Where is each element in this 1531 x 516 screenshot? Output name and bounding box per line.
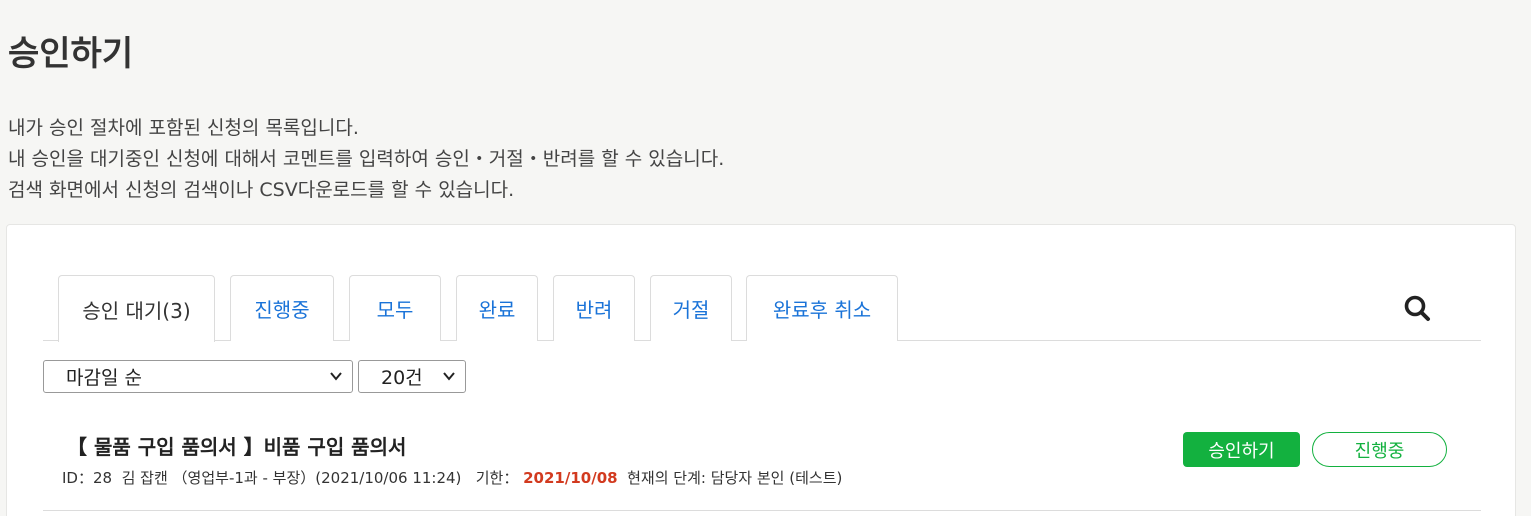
tab-returned[interactable]: 반려 xyxy=(553,275,635,341)
description-line: 내가 승인 절차에 포함된 신청의 목록입니다. xyxy=(8,117,359,139)
request-title[interactable]: 【 물품 구입 품의서 】비품 구입 품의서 xyxy=(67,431,406,460)
status-badge: 진행중 xyxy=(1312,432,1447,467)
description-line: 내 승인을 대기중인 신청에 대해서 코멘트를 입력하여 승인・거절・반려를 할… xyxy=(8,148,725,170)
tab-completed[interactable]: 완료 xyxy=(456,275,538,341)
chevron-down-icon xyxy=(443,372,455,381)
deadline-label: 기한： xyxy=(475,469,519,487)
sort-select[interactable]: 마감일 순 xyxy=(43,360,353,393)
tab-in-progress[interactable]: 진행중 xyxy=(230,275,334,341)
tab-all[interactable]: 모두 xyxy=(349,275,441,341)
search-icon[interactable] xyxy=(1402,293,1434,325)
tab-cancelled-after-completion[interactable]: 완료후 취소 xyxy=(746,275,898,341)
approve-button[interactable]: 승인하기 xyxy=(1183,432,1300,467)
page-size-select-value: 20건 xyxy=(381,367,423,389)
sort-select-value: 마감일 순 xyxy=(66,367,142,389)
status-tabs: 승인 대기(3) 진행중 모두 완료 반려 거절 완료후 취소 xyxy=(43,275,1481,342)
page-size-select[interactable]: 20건 xyxy=(358,360,466,393)
current-stage: 현재의 단계: 담당자 본인 (테스트) xyxy=(627,469,843,487)
chevron-down-icon xyxy=(330,372,342,381)
approval-list-panel: 승인 대기(3) 진행중 모두 완료 반려 거절 완료후 취소 마감일 순 20… xyxy=(6,224,1516,516)
deadline-date: 2021/10/08 xyxy=(523,469,618,487)
request-meta: ID：28 김 잡캔 （영업부-1과 - 부장）(2021/10/06 11:2… xyxy=(62,467,842,488)
tab-rejected[interactable]: 거절 xyxy=(650,275,732,341)
description-line: 검색 화면에서 신청의 검색이나 CSV다운로드를 할 수 있습니다. xyxy=(8,179,515,201)
page-title: 승인하기 xyxy=(8,34,134,74)
request-applicant: 김 잡캔 （영업부-1과 - 부장）(2021/10/06 11:24) xyxy=(121,469,462,487)
row-divider xyxy=(43,510,1481,511)
page-description: 내가 승인 절차에 포함된 신청의 목록입니다. 내 승인을 대기중인 신청에 … xyxy=(8,113,724,206)
tab-pending-approval[interactable]: 승인 대기(3) xyxy=(58,275,215,342)
request-id: ID：28 xyxy=(62,469,113,487)
